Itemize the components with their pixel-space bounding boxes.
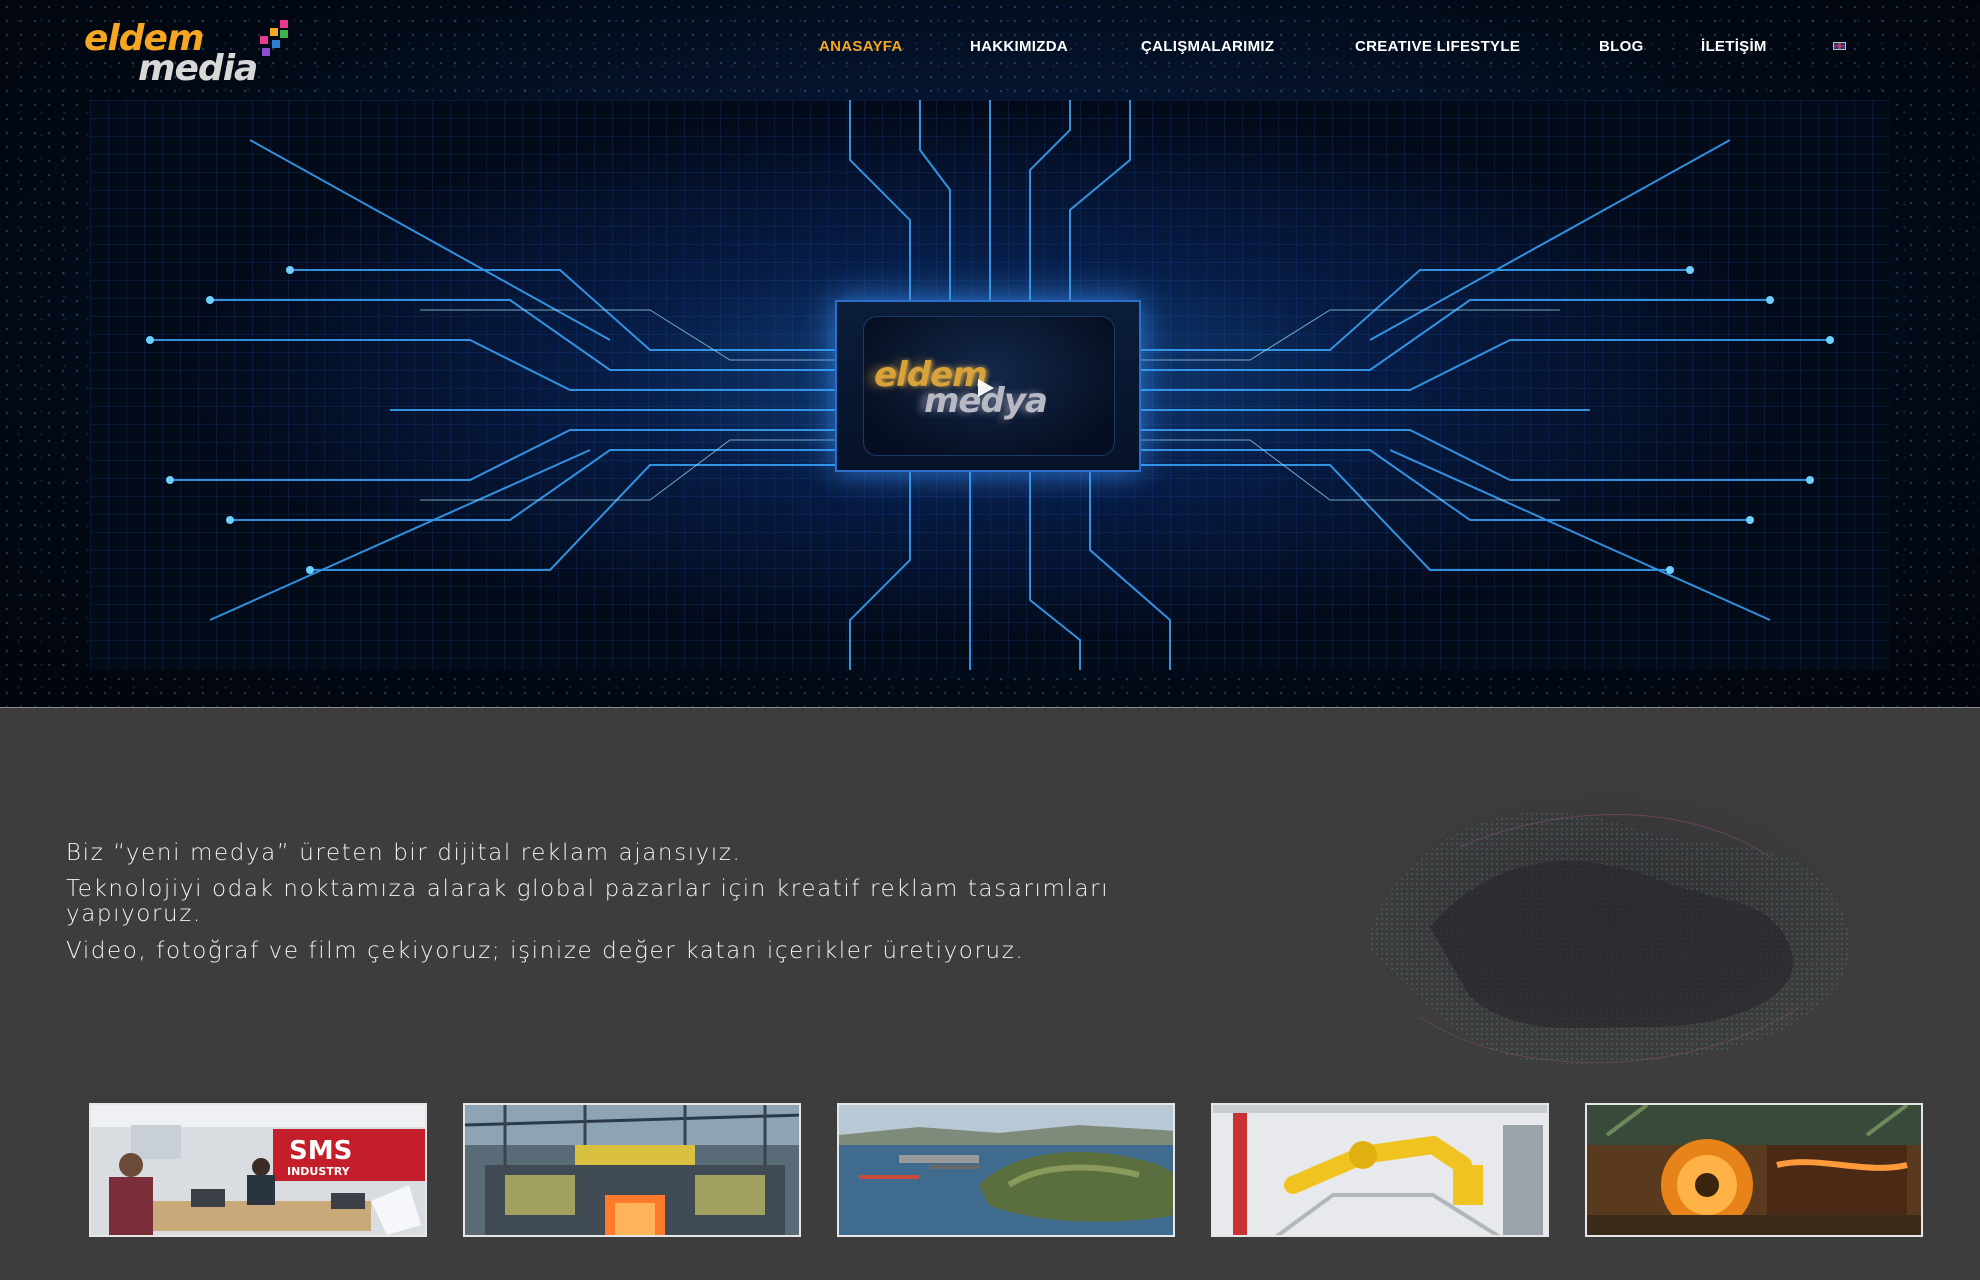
nav-link-hakkimizda[interactable]: HAKKIMIZDA [970, 38, 1068, 55]
nav-item-creative-lifestyle[interactable]: CREATIVE LIFESTYLE [1355, 36, 1520, 55]
nav-link-calismalarimiz[interactable]: ÇALIŞMALARIMIZ [1141, 38, 1274, 55]
nav-item-blog[interactable]: BLOG [1599, 36, 1644, 55]
robot-arm-photo [1213, 1105, 1547, 1235]
logo-pixel [280, 20, 288, 28]
play-icon[interactable] [978, 379, 994, 397]
logo-pixel [260, 36, 268, 44]
steel-mill-photo [465, 1105, 799, 1235]
site-header: eldem media ANASAYFA HAKKIMIZDA ÇALIŞMAL… [0, 0, 1980, 100]
logo-pixel [272, 40, 280, 48]
logo-pixel [280, 30, 288, 38]
intro-line-3: Video, fotoğraf ve film çekiyoruz; işini… [66, 938, 1025, 964]
logo-word-media: media [138, 48, 258, 89]
nav-item-calismalarimiz[interactable]: ÇALIŞMALARIMIZ [1141, 36, 1274, 55]
sms-sign-text: SMS [289, 1136, 352, 1166]
video-chip-frame: eldem medya [835, 300, 1141, 472]
thumb-robot-arm[interactable] [1211, 1103, 1549, 1237]
logo-pixel [262, 48, 270, 56]
thumb-office-sms[interactable]: SMS INDUSTRY [89, 1103, 427, 1237]
logo-pixel [270, 28, 278, 36]
nav-link-blog[interactable]: BLOG [1599, 38, 1644, 55]
uk-flag-icon[interactable] [1833, 42, 1846, 50]
particle-wave-graphic [1360, 792, 1860, 1065]
nav-item-hakkimizda[interactable]: HAKKIMIZDA [970, 36, 1068, 55]
nav-link-anasayfa[interactable]: ANASAYFA [819, 38, 903, 55]
hero-video[interactable]: eldem medya [90, 100, 1890, 670]
sms-sign-subtext: INDUSTRY [287, 1165, 351, 1178]
thumb-steel-mill[interactable] [463, 1103, 801, 1237]
nav-link-iletisim[interactable]: İLETİŞİM [1701, 38, 1767, 55]
coastal-port-photo [839, 1105, 1173, 1235]
site-logo[interactable]: eldem media [84, 18, 304, 89]
intro-line-2: Teknolojiyi odak noktamıza alarak global… [66, 876, 1110, 927]
video-thumbnail[interactable]: eldem medya [863, 316, 1115, 456]
thumb-coastal-port[interactable] [837, 1103, 1175, 1237]
intro-section: Biz “yeni medya” üreten bir dijital rekl… [0, 709, 1980, 1280]
thumb-steel-coil[interactable] [1585, 1103, 1923, 1237]
nav-item-anasayfa[interactable]: ANASAYFA [819, 36, 903, 55]
steel-coil-photo [1587, 1105, 1921, 1235]
nav-item-iletisim[interactable]: İLETİŞİM [1701, 36, 1767, 55]
hero-section: eldem media ANASAYFA HAKKIMIZDA ÇALIŞMAL… [0, 0, 1980, 708]
nav-link-creative-lifestyle[interactable]: CREATIVE LIFESTYLE [1355, 38, 1520, 55]
intro-line-1: Biz “yeni medya” üreten bir dijital rekl… [66, 840, 742, 866]
office-photo: SMS INDUSTRY [91, 1105, 425, 1235]
